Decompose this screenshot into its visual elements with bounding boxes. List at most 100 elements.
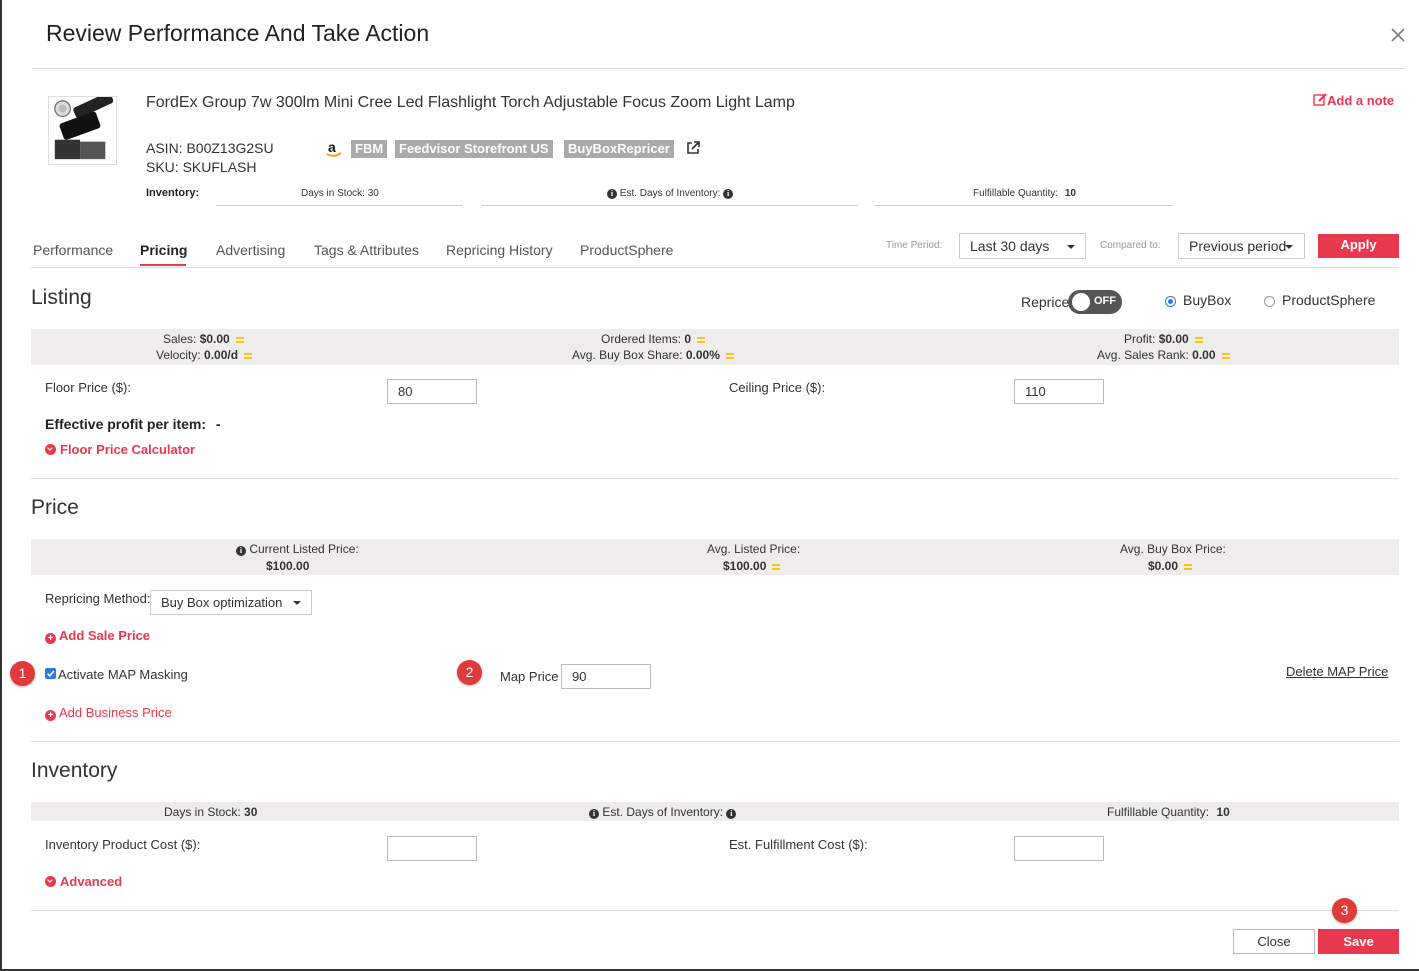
divider [31, 478, 1399, 479]
review-dialog: Review Performance And Take Action FordE… [0, 0, 1419, 971]
floor-price-calculator-link[interactable]: Floor Price Calculator [45, 442, 195, 457]
add-business-label: Add Business Price [59, 705, 172, 720]
chevron-down-icon [1285, 245, 1293, 249]
velocity-stat: Velocity: 0.00/d [156, 348, 253, 362]
velocity-value: 0.00/d [204, 348, 239, 362]
map-price-input[interactable]: 90 [561, 664, 651, 689]
avg-listed-value: $100.00 [723, 559, 781, 573]
fulfillable-small: Fulfillable Quantity: 10 [973, 188, 1076, 199]
tag-repricer: BuyBoxRepricer [564, 140, 674, 158]
sales-stat: Sales: $0.00 [163, 332, 244, 346]
delete-map-price-link[interactable]: Delete MAP Price [1286, 664, 1388, 679]
trend-flat-icon [235, 336, 244, 343]
save-button[interactable]: Save [1318, 929, 1399, 954]
tab-productsphere[interactable]: ProductSphere [580, 242, 673, 258]
radio-productsphere-label: ProductSphere [1282, 292, 1376, 308]
add-sale-price-link[interactable]: + Add Sale Price [45, 628, 150, 644]
ceiling-price-label: Ceiling Price ($): [729, 380, 826, 395]
callout-badge-1: 1 [10, 661, 35, 686]
product-cost-input[interactable] [387, 836, 477, 861]
current-price-label: Current Listed Price: [249, 542, 359, 556]
underline [216, 205, 463, 206]
days-in-stock-small: Days in Stock: 30 [301, 188, 379, 199]
inv-fulfill-value: 10 [1216, 805, 1230, 819]
radio-buybox[interactable] [1165, 296, 1176, 307]
sales-rank-value: 0.00 [1192, 348, 1216, 362]
amazon-icon: a [326, 140, 342, 157]
avg-listed-value-text: $100.00 [723, 559, 767, 573]
tag-storefront: Feedvisor Storefront US [395, 140, 553, 158]
advanced-link[interactable]: Advanced [45, 874, 122, 889]
apply-button[interactable]: Apply [1318, 234, 1399, 258]
close-button[interactable]: Close [1233, 929, 1315, 954]
inv-days-label: Days in Stock: [164, 805, 241, 819]
floor-price-label: Floor Price ($): [45, 380, 131, 395]
bb-share-stat: Avg. Buy Box Share: 0.00% [572, 348, 734, 362]
divider [31, 267, 1399, 268]
effective-profit: Effective profit per item: - [45, 416, 221, 432]
chevron-down-icon [293, 601, 301, 605]
underline [875, 205, 1172, 206]
external-link-icon[interactable] [685, 140, 701, 156]
listing-stats-band: Sales: $0.00 Velocity: 0.00/d Ordered It… [31, 329, 1399, 365]
tab-performance[interactable]: Performance [33, 242, 113, 258]
sku-text: SKU: SKUFLASH [146, 159, 257, 175]
info-icon: i [589, 809, 599, 819]
effective-profit-label: Effective profit per item: [45, 416, 207, 432]
repricing-method-value: Buy Box optimization [161, 595, 283, 610]
repricing-method-label: Repricing Method: [45, 591, 151, 606]
fulfillment-cost-input[interactable] [1014, 836, 1104, 861]
reprice-toggle[interactable]: OFF [1068, 290, 1122, 314]
inv-days-stat: Days in Stock: 30 [164, 805, 257, 819]
trend-flat-icon [772, 563, 781, 570]
current-price-stat-label: i Current Listed Price: [236, 542, 359, 556]
divider [32, 68, 1405, 69]
avg-bb-value: $0.00 [1148, 559, 1193, 573]
reprice-label: Reprice [1021, 294, 1070, 310]
info-icon: i [607, 189, 617, 199]
floor-price-input[interactable]: 80 [387, 379, 477, 404]
product-title: FordEx Group 7w 300lm Mini Cree Led Flas… [146, 94, 795, 111]
tab-repricing-history[interactable]: Repricing History [446, 242, 553, 258]
plus-circle-icon: + [45, 633, 56, 644]
tab-tags-attributes[interactable]: Tags & Attributes [314, 242, 419, 258]
tab-pricing[interactable]: Pricing [140, 242, 187, 258]
trend-flat-icon [697, 336, 706, 343]
time-period-value: Last 30 days [970, 238, 1050, 254]
compared-value: Previous period [1189, 238, 1287, 254]
add-business-price-link[interactable]: + Add Business Price [45, 705, 172, 721]
price-stats-band: i Current Listed Price: $100.00 Avg. Lis… [31, 539, 1399, 575]
radio-buybox-label: BuyBox [1183, 292, 1232, 308]
dialog-title: Review Performance And Take Action [46, 20, 430, 46]
tag-fbm: FBM [351, 140, 388, 158]
tab-advertising[interactable]: Advertising [216, 242, 285, 258]
radio-productsphere[interactable] [1264, 296, 1275, 307]
sales-rank-stat: Avg. Sales Rank: 0.00 [1097, 348, 1230, 362]
divider [31, 910, 1399, 911]
map-masking-checkbox[interactable] [45, 668, 56, 679]
close-icon[interactable] [1387, 24, 1409, 46]
inv-days-value: 30 [244, 805, 258, 819]
ceiling-price-input[interactable]: 110 [1014, 379, 1104, 404]
chevron-circle-down-icon [45, 444, 56, 455]
repricing-method-select[interactable]: Buy Box optimization [150, 590, 312, 615]
active-tab-indicator [140, 264, 186, 266]
underline [481, 205, 858, 206]
callout-badge-2: 2 [457, 660, 482, 685]
ordered-value: 0 [684, 332, 692, 346]
sales-value: $0.00 [199, 332, 230, 346]
product-cost-label: Inventory Product Cost ($): [45, 837, 201, 852]
profit-label: Profit: [1124, 332, 1156, 346]
add-note-label: Add a note [1327, 93, 1395, 108]
map-masking-label: Activate MAP Masking [58, 667, 188, 682]
current-price-value-text: $100.00 [266, 559, 310, 573]
fulfillable-small-label: Fulfillable Quantity: [973, 188, 1059, 199]
price-title: Price [31, 496, 79, 519]
add-note-link[interactable]: Add a note [1313, 93, 1394, 108]
bb-share-label: Avg. Buy Box Share: [572, 348, 683, 362]
inventory-stats-band: Days in Stock: 30 i Est. Days of Invento… [31, 802, 1399, 821]
info-icon: i [236, 546, 246, 556]
profit-value: $0.00 [1158, 332, 1189, 346]
ordered-items-stat: Ordered Items: 0 [601, 332, 706, 346]
ordered-label: Ordered Items: [601, 332, 682, 346]
